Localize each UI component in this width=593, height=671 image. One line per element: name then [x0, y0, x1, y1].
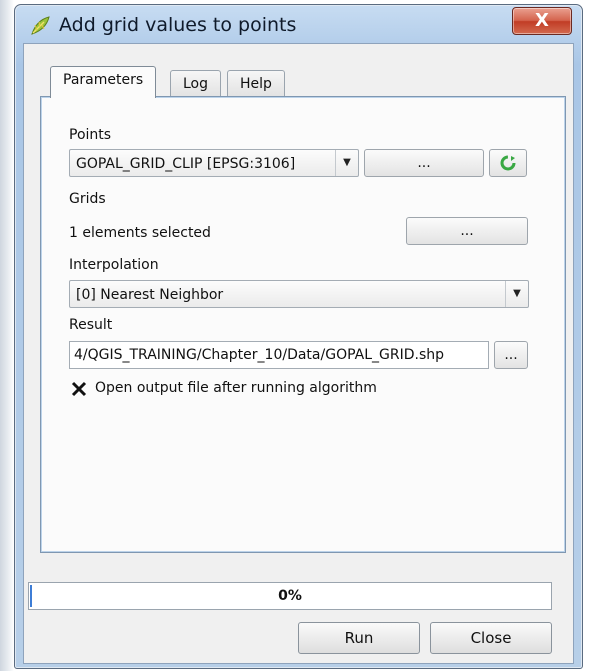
browse-label: ...: [417, 155, 431, 171]
grids-selection-text: 1 elements selected: [69, 225, 211, 241]
tab-label: Log: [183, 76, 209, 92]
tab-log[interactable]: Log: [170, 70, 222, 97]
tab-label: Help: [240, 76, 272, 92]
checkmark-x-icon: [71, 381, 87, 397]
close-window-button[interactable]: X: [512, 7, 572, 35]
desktop-edge: [0, 0, 14, 671]
points-label: Points: [69, 127, 112, 143]
interpolation-label: Interpolation: [69, 257, 159, 273]
run-label: Run: [344, 629, 374, 647]
points-value: GOPAL_GRID_CLIP [EPSG:3106]: [76, 156, 296, 172]
close-icon: X: [535, 10, 549, 31]
interpolation-value: [0] Nearest Neighbor: [76, 287, 224, 303]
result-path-input[interactable]: 4/QGIS_TRAINING/Chapter_10/Data/GOPAL_GR…: [69, 341, 489, 369]
tab-label: Parameters: [63, 72, 144, 88]
browse-label: ...: [504, 347, 518, 363]
run-button[interactable]: Run: [298, 622, 420, 654]
progress-text: 0%: [278, 588, 302, 604]
grids-label: Grids: [69, 191, 106, 207]
tab-help[interactable]: Help: [227, 70, 285, 97]
browse-label: ...: [460, 223, 474, 239]
dialog-body: Parameters Log Help Points GOPAL_GRID_CL…: [23, 43, 574, 664]
refresh-button[interactable]: [489, 149, 527, 177]
interpolation-combo[interactable]: [0] Nearest Neighbor ▼: [69, 280, 529, 308]
dialog-window: Add grid values to points X Parameters L…: [14, 4, 583, 669]
open-output-label: Open output file after running algorithm: [95, 380, 377, 396]
chevron-down-icon: ▼: [505, 281, 528, 307]
progress-bar: 0%: [28, 582, 552, 610]
chevron-down-icon: ▼: [335, 150, 358, 176]
grids-browse-button[interactable]: ...: [406, 217, 528, 245]
parameters-panel: Points GOPAL_GRID_CLIP [EPSG:3106] ▼ ...…: [40, 96, 566, 553]
refresh-icon: [500, 155, 516, 171]
window-title: Add grid values to points: [59, 14, 297, 36]
open-output-checkbox[interactable]: [71, 381, 87, 397]
title-bar[interactable]: Add grid values to points X: [15, 5, 582, 45]
result-browse-button[interactable]: ...: [494, 341, 528, 369]
close-button[interactable]: Close: [430, 622, 552, 654]
result-path-value: 4/QGIS_TRAINING/Chapter_10/Data/GOPAL_GR…: [74, 347, 444, 363]
result-label: Result: [69, 317, 113, 333]
qgis-leaf-icon: [31, 16, 50, 35]
points-combo[interactable]: GOPAL_GRID_CLIP [EPSG:3106] ▼: [69, 149, 359, 177]
points-browse-button[interactable]: ...: [364, 149, 484, 177]
close-label: Close: [470, 629, 512, 647]
tab-parameters[interactable]: Parameters: [50, 66, 157, 98]
